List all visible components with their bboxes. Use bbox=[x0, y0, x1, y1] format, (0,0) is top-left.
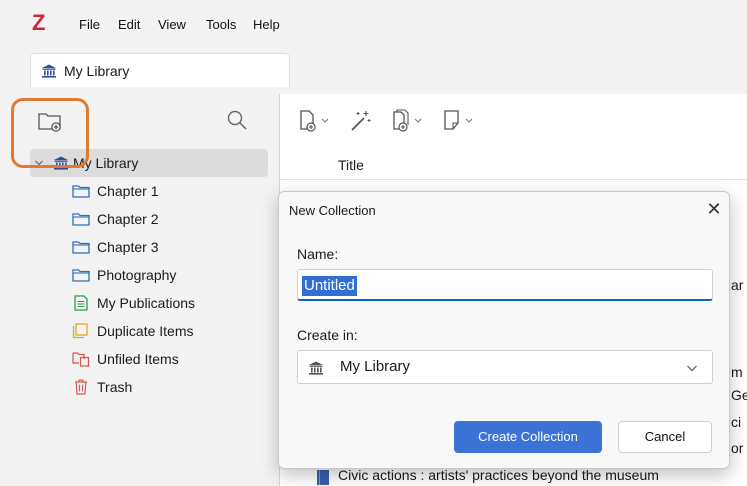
new-note-icon[interactable] bbox=[442, 108, 478, 134]
tree-label: Duplicate Items bbox=[97, 323, 194, 339]
menu-help[interactable]: Help bbox=[253, 17, 280, 32]
tree-label: Chapter 1 bbox=[97, 183, 159, 199]
items-column-header: Title bbox=[280, 150, 747, 180]
menu-tools[interactable]: Tools bbox=[206, 17, 236, 32]
name-field[interactable]: Untitled bbox=[297, 269, 713, 301]
create-in-select[interactable]: My Library bbox=[297, 350, 713, 384]
folder-icon bbox=[72, 269, 90, 282]
tree-label: My Publications bbox=[97, 295, 196, 311]
item-text-fragment: ar bbox=[731, 277, 744, 293]
tree-label: Chapter 2 bbox=[97, 211, 159, 227]
tree-label: Photography bbox=[97, 267, 177, 283]
book-icon bbox=[317, 470, 329, 485]
tree-item-duplicate-items[interactable]: Duplicate Items bbox=[70, 317, 270, 345]
create-in-value: My Library bbox=[340, 358, 411, 375]
tree-item-trash[interactable]: Trash bbox=[70, 373, 270, 401]
tree-item-chapter-2[interactable]: Chapter 2 bbox=[70, 205, 270, 233]
item-text-fragment: or bbox=[731, 440, 744, 456]
new-item-icon[interactable] bbox=[298, 108, 334, 134]
tree-item-photography[interactable]: Photography bbox=[70, 261, 270, 289]
close-icon[interactable]: ✕ bbox=[703, 198, 725, 220]
tab-my-library[interactable]: My Library bbox=[30, 53, 290, 87]
tree-item-chapter-3[interactable]: Chapter 3 bbox=[70, 233, 270, 261]
name-field-value: Untitled bbox=[302, 276, 357, 296]
folder-icon bbox=[72, 241, 90, 254]
tab-label: My Library bbox=[64, 63, 130, 79]
zotero-logo: Z bbox=[32, 10, 46, 35]
item-text-fragment: m bbox=[731, 364, 743, 380]
dialog-title: New Collection bbox=[289, 203, 376, 218]
create-collection-button[interactable]: Create Collection bbox=[454, 421, 602, 453]
library-icon bbox=[309, 361, 323, 375]
tree-label: Trash bbox=[97, 379, 133, 395]
magic-wand-icon[interactable] bbox=[348, 108, 374, 134]
folder-icon bbox=[72, 185, 90, 198]
library-icon bbox=[42, 64, 56, 78]
column-title[interactable]: Title bbox=[338, 157, 364, 173]
add-attachment-icon[interactable] bbox=[391, 108, 427, 134]
create-in-label: Create in: bbox=[297, 327, 358, 343]
tree-item-my-publications[interactable]: My Publications bbox=[70, 289, 270, 317]
duplicate-icon bbox=[72, 323, 88, 339]
item-text-fragment: Ge bbox=[731, 387, 747, 403]
tree-label: Chapter 3 bbox=[97, 239, 159, 255]
cancel-button[interactable]: Cancel bbox=[618, 421, 712, 453]
item-text-fragment: ci bbox=[731, 414, 742, 430]
tab-bar: My Library bbox=[0, 46, 747, 94]
unfiled-icon bbox=[72, 352, 90, 367]
new-collection-dialog: New Collection ✕ Name: Untitled Create i… bbox=[278, 191, 730, 469]
item-title: Civic actions : artists' practices beyon… bbox=[338, 467, 659, 483]
menu-file[interactable]: File bbox=[79, 17, 100, 32]
search-icon[interactable] bbox=[225, 108, 249, 132]
tree-label: Unfiled Items bbox=[97, 351, 179, 367]
menu-view[interactable]: View bbox=[158, 17, 186, 32]
chevron-down-icon bbox=[687, 365, 697, 372]
folder-icon bbox=[72, 213, 90, 226]
name-label: Name: bbox=[297, 246, 339, 262]
menu-bar: Z File Edit View Tools Help bbox=[0, 0, 747, 46]
annotation-highlight bbox=[11, 98, 89, 168]
menu-edit[interactable]: Edit bbox=[118, 17, 140, 32]
trash-icon bbox=[75, 379, 87, 395]
tree-item-unfiled-items[interactable]: Unfiled Items bbox=[70, 345, 270, 373]
publications-icon bbox=[74, 295, 88, 311]
tree-item-chapter-1[interactable]: Chapter 1 bbox=[70, 177, 270, 205]
